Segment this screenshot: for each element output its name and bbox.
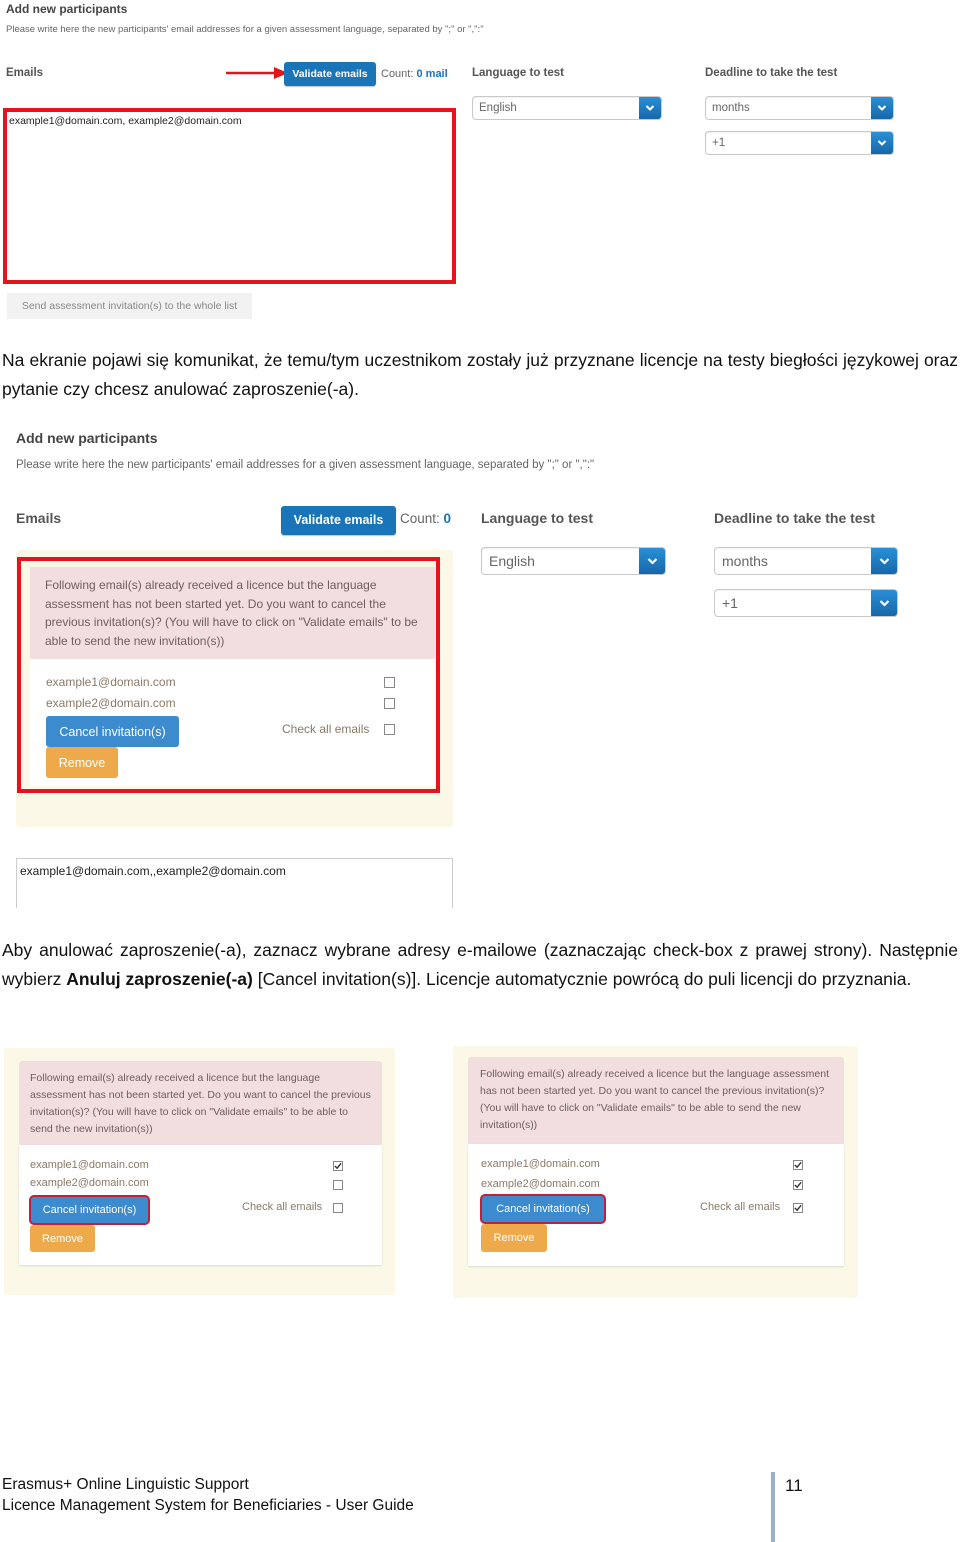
chevron-down-icon <box>871 548 897 574</box>
language-value: English <box>489 553 535 569</box>
section-title: Add new participants <box>16 430 158 446</box>
instruction-paragraph-1: Na ekranie pojawi się komunikat, że temu… <box>2 350 958 399</box>
email-checkbox[interactable] <box>793 1160 803 1170</box>
checkmark-icon <box>794 1161 802 1169</box>
deadline-amount-value: +1 <box>722 595 738 611</box>
section-title: Add new participants <box>6 2 128 16</box>
chevron-down-icon <box>871 97 893 119</box>
checkmark-icon <box>334 1162 342 1170</box>
check-all-checkbox[interactable] <box>793 1203 803 1213</box>
check-all-checkbox[interactable] <box>333 1203 343 1213</box>
section-subtitle: Please write here the new participants' … <box>6 24 484 35</box>
paragraph-text: [Cancel invitation(s)]. Licencje automat… <box>252 969 912 989</box>
cancel-invitations-button[interactable]: Cancel invitation(s) <box>31 1197 148 1223</box>
validate-emails-button[interactable]: Validate emails <box>281 506 396 535</box>
count-value: 0 <box>443 511 452 526</box>
chevron-down-icon <box>871 132 893 154</box>
deadline-amount-select[interactable]: +1 <box>714 589 898 617</box>
email-item: example2@domain.com <box>481 1178 600 1190</box>
checkmark-icon <box>794 1204 802 1212</box>
email-item: example1@domain.com <box>30 1159 149 1171</box>
chevron-down-icon <box>639 548 665 574</box>
deadline-amount-select[interactable]: +1 <box>705 131 894 155</box>
section-subtitle: Please write here the new participants' … <box>16 459 595 471</box>
chevron-down-icon <box>639 97 661 119</box>
validate-emails-button[interactable]: Validate emails <box>284 62 376 86</box>
count-prefix: Count: <box>381 68 414 80</box>
remove-button[interactable]: Remove <box>30 1225 95 1252</box>
deadline-unit-value: months <box>722 553 768 569</box>
remove-button[interactable]: Remove <box>481 1224 547 1252</box>
language-label: Language to test <box>481 510 594 526</box>
emails-label: Emails <box>16 510 62 526</box>
email-count: Count: 0 mail <box>381 68 448 80</box>
email-item: example2@domain.com <box>30 1177 149 1189</box>
emails-textarea[interactable]: example1@domain.com,,example2@domain.com <box>16 858 453 908</box>
deadline-unit-select[interactable]: months <box>714 547 898 575</box>
annotation-arrow-icon <box>226 67 288 79</box>
deadline-label: Deadline to take the test <box>705 67 838 79</box>
page-footer: Erasmus+ Online Linguistic Support Licen… <box>2 1474 414 1516</box>
footer-line-1: Erasmus+ Online Linguistic Support <box>2 1476 249 1493</box>
email-checkbox[interactable] <box>333 1180 343 1190</box>
email-checkbox[interactable] <box>333 1161 343 1171</box>
annotation-highlight-box <box>17 557 440 793</box>
language-label: Language to test <box>472 67 565 79</box>
licence-warning-message: Following email(s) already received a li… <box>468 1057 844 1144</box>
email-count: Count: 0 <box>400 511 451 526</box>
deadline-label: Deadline to take the test <box>714 510 876 526</box>
check-all-label: Check all emails <box>700 1201 781 1213</box>
chevron-down-icon <box>871 590 897 616</box>
page-number: 11 <box>785 1476 803 1495</box>
count-value: 0 mail <box>416 68 448 80</box>
email-item: example1@domain.com <box>481 1158 600 1170</box>
emails-label: Emails <box>6 67 44 79</box>
cancel-invitations-button[interactable]: Cancel invitation(s) <box>482 1196 604 1222</box>
language-select[interactable]: English <box>481 547 666 575</box>
licence-warning-message: Following email(s) already received a li… <box>19 1061 382 1145</box>
email-checkbox[interactable] <box>793 1180 803 1190</box>
check-all-label: Check all emails <box>242 1201 323 1213</box>
deadline-unit-value: months <box>712 102 750 114</box>
deadline-unit-select[interactable]: months <box>705 96 894 120</box>
instruction-paragraph-2: Aby anulować zaproszenie(-a), zaznacz wy… <box>2 936 958 994</box>
count-prefix: Count: <box>400 511 440 526</box>
footer-line-2: Licence Management System for Beneficiar… <box>2 1497 414 1514</box>
language-select[interactable]: English <box>472 96 662 120</box>
checkmark-icon <box>794 1181 802 1189</box>
emails-textarea[interactable]: example1@domain.com, example2@domain.com <box>7 112 452 280</box>
deadline-amount-value: +1 <box>712 137 726 149</box>
send-invitations-button[interactable]: Send assessment invitation(s) to the who… <box>7 293 252 319</box>
footer-divider <box>771 1472 775 1542</box>
paragraph-bold-text: Anuluj zaproszenie(-a) <box>66 969 253 989</box>
language-value: English <box>479 102 517 114</box>
